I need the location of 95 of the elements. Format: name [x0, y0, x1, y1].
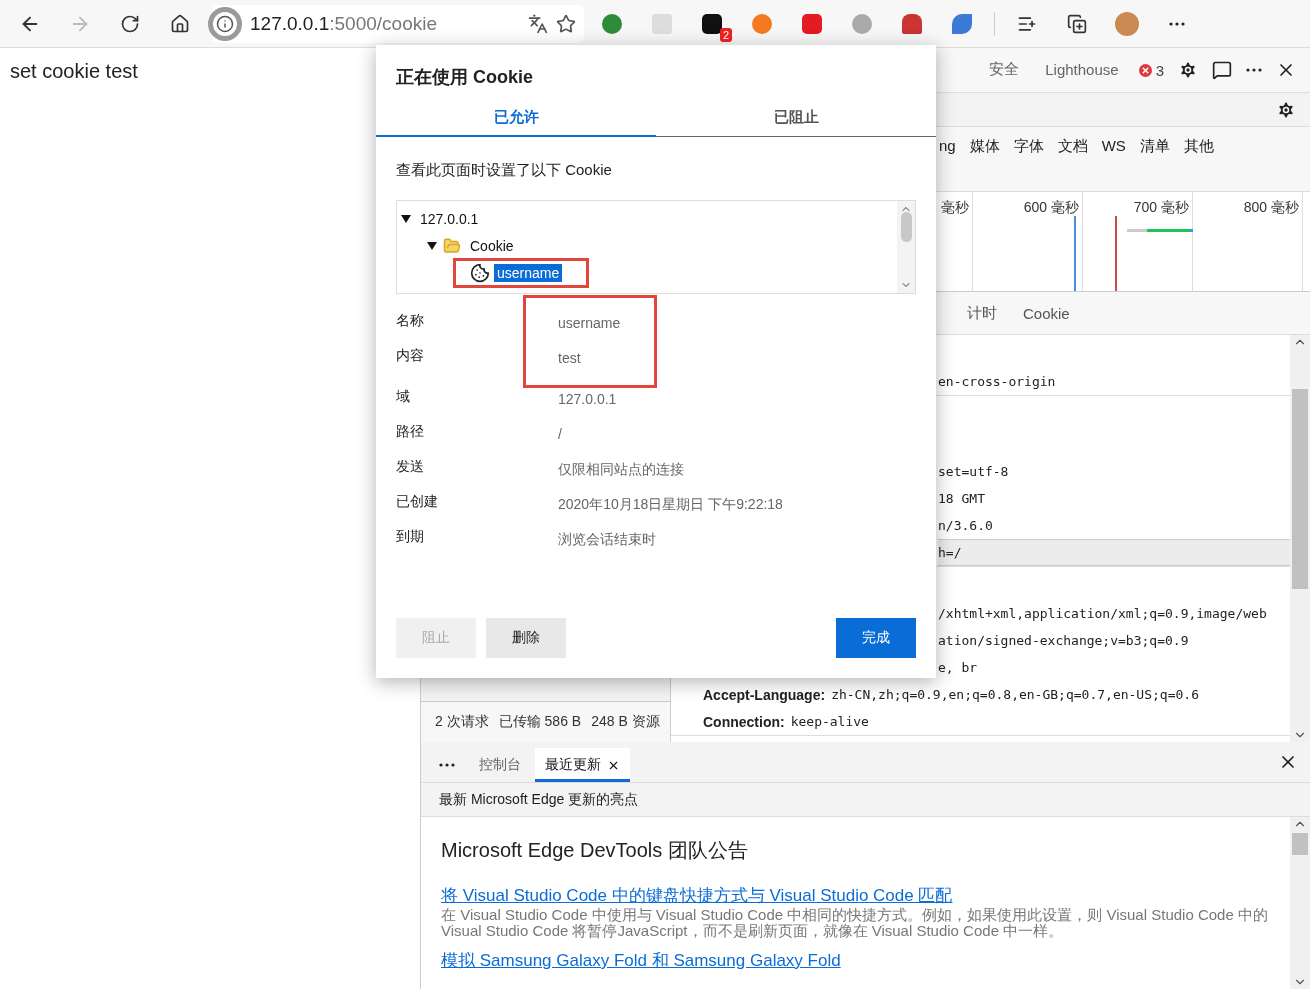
- announcement-heading: Microsoft Edge DevTools 团队公告: [441, 838, 749, 863]
- error-icon: [1138, 63, 1152, 77]
- home-icon: [170, 13, 190, 34]
- field-label: 发送: [396, 458, 425, 476]
- status-text: 248 B 资源: [591, 713, 660, 731]
- header-line: 18 GMT: [938, 490, 986, 508]
- field-label: 路径: [396, 423, 425, 441]
- field-value: test: [558, 350, 582, 368]
- settings-icon: [1276, 99, 1296, 120]
- filter-button[interactable]: 清单: [1139, 137, 1178, 156]
- field-value: 仅限相同站点的连接: [558, 461, 685, 479]
- field-label: 名称: [396, 312, 425, 330]
- filter-button[interactable]: 其他: [1183, 137, 1222, 156]
- header-line: en-cross-origin: [938, 373, 1057, 391]
- more-icon: [439, 763, 455, 767]
- field-value: 浏览会话结束时: [558, 531, 657, 549]
- time-tick: 700 毫秒: [1133, 199, 1189, 215]
- feedback-button[interactable]: [1212, 60, 1232, 80]
- field-value: username: [558, 315, 621, 333]
- scrollbar-thumb[interactable]: [900, 212, 912, 242]
- scrollbar-thumb[interactable]: [1292, 389, 1308, 589]
- time-tick: 毫秒: [941, 199, 969, 215]
- dialog-button[interactable]: 删除: [486, 618, 566, 658]
- speech-bubble-icon: [1212, 60, 1232, 80]
- scrollbar[interactable]: [897, 201, 915, 293]
- field-label: 到期: [396, 528, 425, 546]
- field-value: 2020年10月18日星期日 下午9:22:18: [558, 496, 783, 514]
- header-name: Accept-Language:: [703, 686, 826, 703]
- time-tick: 600 毫秒: [1023, 199, 1079, 215]
- dialog-tab[interactable]: 已允许: [376, 99, 656, 137]
- waterfall-bar: [1127, 229, 1193, 232]
- info-button[interactable]: [208, 6, 242, 41]
- field-value: /: [558, 426, 563, 444]
- field-value: 127.0.0.1: [558, 391, 618, 409]
- scrollbar[interactable]: [1290, 335, 1310, 742]
- devtools-tab[interactable]: Lighthouse: [1039, 60, 1125, 80]
- url-text: 127.0.0.1:5000/cookie: [250, 12, 438, 35]
- status-text: 已传输 586 B: [498, 713, 582, 731]
- header-line: ation/signed-exchange;v=b3;q=0.9: [938, 632, 1190, 650]
- error-count[interactable]: 3: [1155, 61, 1164, 79]
- field-label: 已创建: [396, 493, 439, 511]
- settings-icon: [1178, 60, 1198, 80]
- detail-tab[interactable]: Cookie: [1023, 304, 1070, 322]
- dialog-button[interactable]: 完成: [836, 618, 916, 658]
- settings-button[interactable]: [1178, 60, 1198, 80]
- scrollbar[interactable]: [1290, 817, 1310, 989]
- extension-button[interactable]: 2: [690, 5, 734, 42]
- devtools-tab[interactable]: 安全: [983, 59, 1026, 81]
- star-icon[interactable]: [556, 13, 576, 34]
- article-description: 在 Visual Studio Code 中使用与 Visual Studio Code 中相同的快捷方式。例如，如果使用此设置，则 Visual Studio Code 中的 Visual Studio Code 将暂停JavaScript，而不是刷新页面，就像在 Visual Studio Code 中一样。: [441, 907, 1269, 939]
- header-value: zh-CN,zh;q=0.9,en;q=0.8,en-GB;q=0.7,en-US;q=0.6: [831, 687, 1199, 702]
- field-label: 域: [396, 388, 411, 406]
- more-icon: [1169, 21, 1185, 26]
- status-text: 2 次请求: [435, 713, 489, 731]
- refresh-icon: [120, 13, 140, 34]
- article-link[interactable]: 将 Visual Studio Code 中的键盘快捷方式与 Visual Studio Code 匹配: [441, 884, 953, 907]
- tree-item[interactable]: username: [494, 263, 563, 282]
- section-subtitle: 最新 Microsoft Edge 更新的亮点: [421, 783, 1310, 817]
- header-name: Connection:: [703, 713, 785, 730]
- cookie-tree[interactable]: 127.0.0.1 Cookie username: [396, 200, 916, 294]
- filter-button[interactable]: WS: [1101, 137, 1134, 154]
- cookie-icon: [470, 262, 490, 283]
- drawer-tab[interactable]: 控制台: [469, 748, 531, 782]
- square-icon: [702, 13, 722, 34]
- dialog-intro: 查看此页面时设置了以下 Cookie: [395, 160, 613, 180]
- detail-tab[interactable]: 计时: [967, 303, 997, 323]
- more-icon: [1246, 68, 1262, 72]
- folder-icon: [443, 236, 461, 255]
- header-value: keep-alive: [790, 714, 869, 729]
- tree-item[interactable]: 127.0.0.1: [417, 209, 482, 228]
- field-label: 内容: [396, 347, 425, 365]
- header-line: /xhtml+xml,application/xml;q=0.9,image/web: [938, 605, 1268, 623]
- info-icon: [216, 14, 234, 33]
- dialog-title: 正在使用 Cookie: [395, 66, 534, 89]
- settings-button[interactable]: [1276, 99, 1296, 120]
- collections-icon: [1067, 13, 1087, 34]
- header-line: set=utf-8: [938, 463, 1010, 481]
- translate-icon[interactable]: [528, 13, 548, 34]
- article-link[interactable]: 模拟 Samsung Galaxy Fold 和 Samsung Galaxy Fold: [441, 949, 841, 972]
- filter-button[interactable]: 媒体: [969, 137, 1008, 156]
- filter-button[interactable]: 文档: [1057, 137, 1096, 156]
- count-badge: 2: [719, 27, 732, 42]
- dialog-tab[interactable]: 已阻止: [656, 99, 936, 137]
- avatar-icon: [1115, 11, 1139, 36]
- header-line: n/3.6.0: [938, 517, 994, 535]
- more-button[interactable]: [1246, 68, 1262, 72]
- filter-button[interactable]: 字体: [1013, 137, 1052, 156]
- filter-button[interactable]: ng: [939, 137, 964, 154]
- tree-item[interactable]: Cookie: [467, 236, 517, 255]
- drawer-tab[interactable]: 最近更新: [535, 748, 630, 782]
- scrollbar-thumb[interactable]: [1292, 833, 1308, 855]
- page-text: set cookie test: [10, 60, 138, 83]
- header-line: e, br: [938, 659, 979, 677]
- expand-triangle-icon[interactable]: [401, 214, 411, 223]
- time-tick: 800 毫秒: [1243, 199, 1299, 215]
